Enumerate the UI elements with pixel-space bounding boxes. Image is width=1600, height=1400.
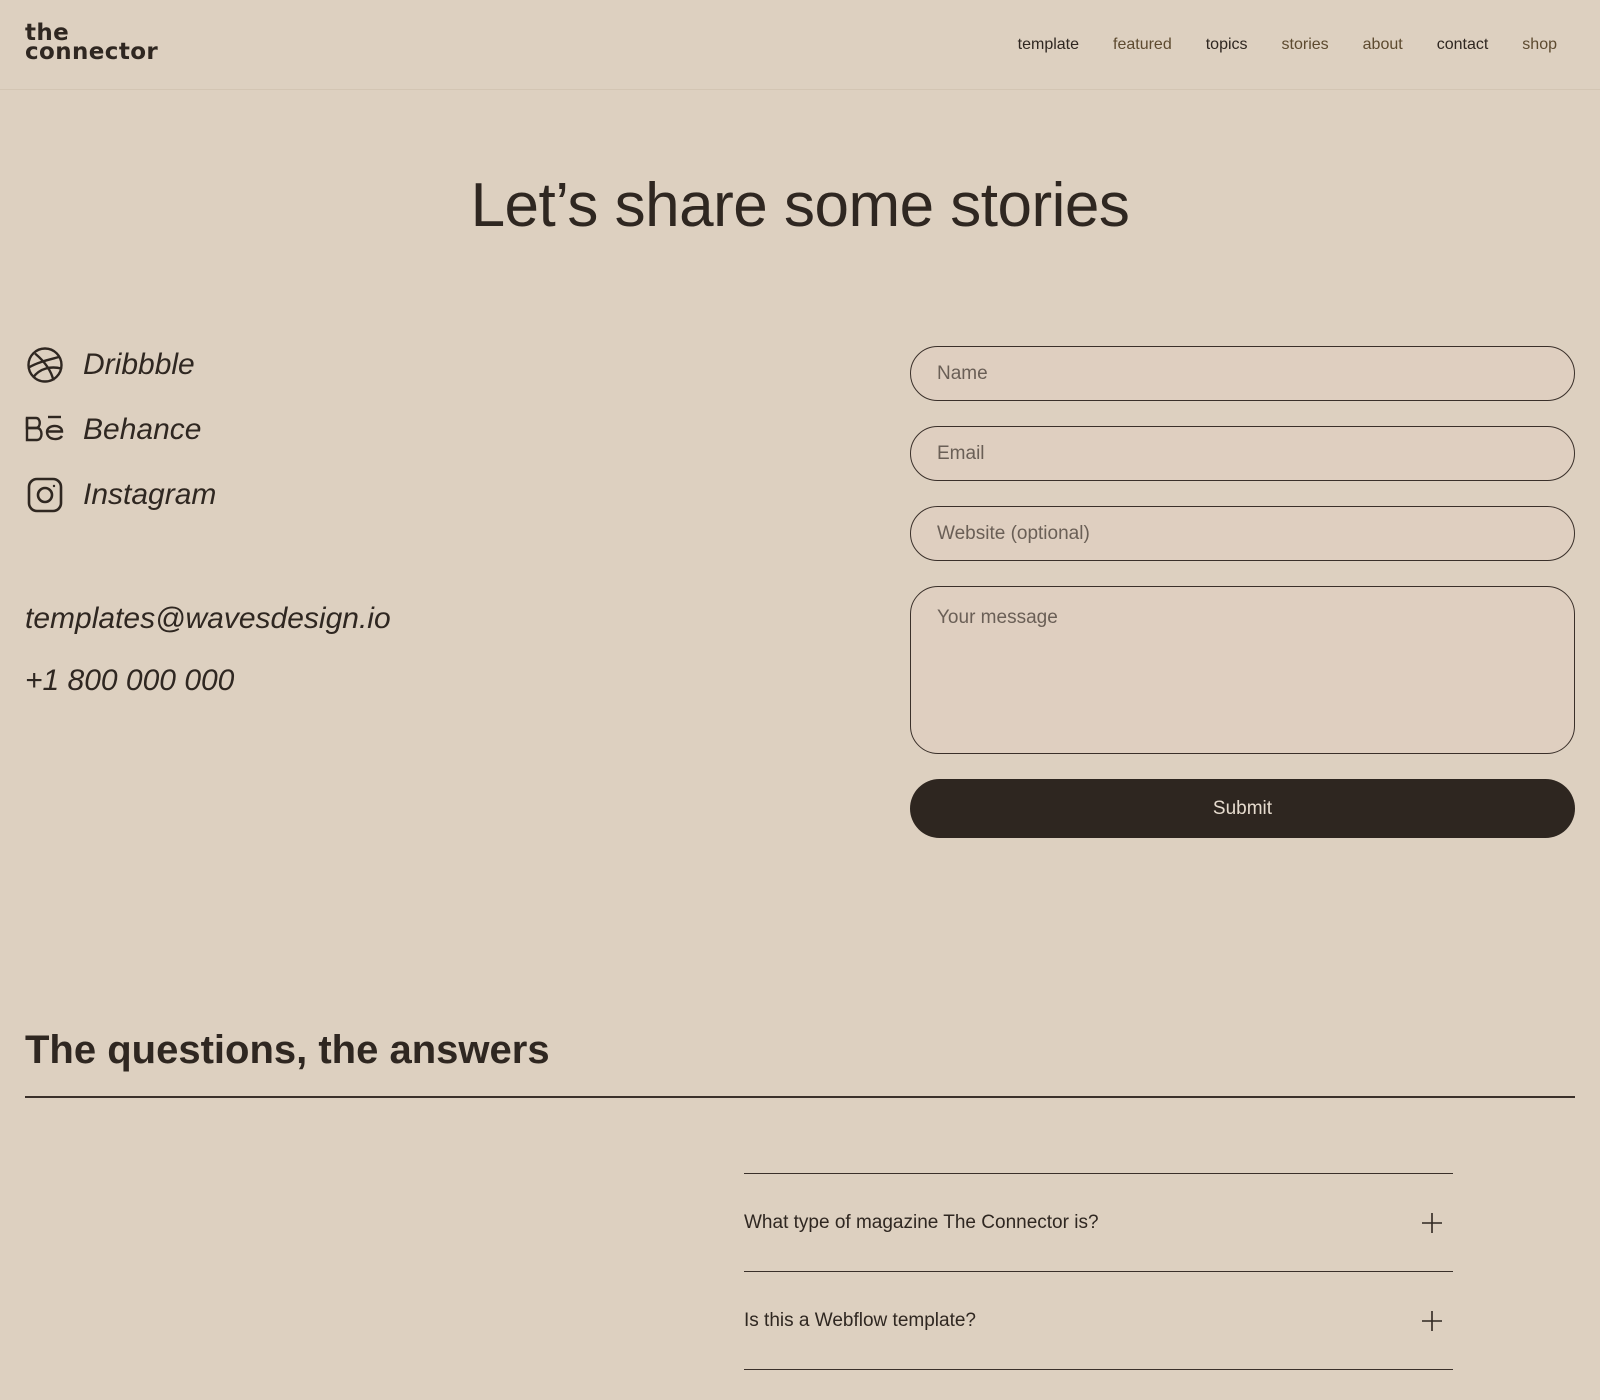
nav-stories[interactable]: stories (1282, 34, 1329, 56)
nav-about[interactable]: about (1363, 34, 1403, 56)
site-header: the connector template featured topics s… (0, 0, 1600, 90)
instagram-icon (25, 475, 65, 515)
faq-question: Is this a Webflow template? (744, 1309, 976, 1331)
nav-shop[interactable]: shop (1522, 34, 1557, 56)
contact-phone[interactable]: +1 800 000 000 (25, 662, 391, 700)
behance-icon (25, 410, 65, 450)
contact-info: templates@wavesdesign.io +1 800 000 000 (25, 600, 391, 724)
message-field[interactable]: Your message (910, 586, 1575, 754)
faq-question: What type of magazine The Connector is? (744, 1211, 1099, 1233)
email-field[interactable]: Email (910, 426, 1575, 481)
site-logo[interactable]: the connector (25, 22, 159, 65)
faq-item[interactable]: Is this a Webflow template? (744, 1272, 1453, 1370)
social-links: Dribbble Behance Instagram (25, 345, 216, 540)
nav-topics[interactable]: topics (1206, 34, 1248, 56)
nav-contact[interactable]: contact (1437, 34, 1489, 56)
plus-icon[interactable] (1421, 1212, 1443, 1234)
contact-form: Name Email Website (optional) Your messa… (910, 346, 1575, 838)
dribbble-icon (25, 345, 65, 385)
nav-featured[interactable]: featured (1113, 34, 1172, 56)
social-label-behance: Behance (83, 413, 202, 446)
faq-title: The questions, the answers (25, 1028, 550, 1072)
main-nav: template featured topics stories about c… (984, 34, 1557, 56)
social-link-instagram[interactable]: Instagram (25, 475, 216, 515)
website-field[interactable]: Website (optional) (910, 506, 1575, 561)
faq-list: What type of magazine The Connector is? … (744, 1173, 1453, 1370)
contact-page: the connector template featured topics s… (0, 0, 1600, 1400)
faq-divider (25, 1096, 1575, 1098)
page-title: Let’s share some stories (470, 171, 1130, 240)
social-link-behance[interactable]: Behance (25, 410, 216, 450)
social-label-instagram: Instagram (83, 478, 217, 511)
social-link-dribbble[interactable]: Dribbble (25, 345, 216, 385)
contact-email[interactable]: templates@wavesdesign.io (25, 600, 391, 638)
logo-line-2: connector (25, 39, 159, 65)
name-field[interactable]: Name (910, 346, 1575, 401)
faq-item[interactable]: What type of magazine The Connector is? (744, 1174, 1453, 1272)
submit-button[interactable]: Submit (910, 779, 1575, 838)
plus-icon[interactable] (1421, 1310, 1443, 1332)
social-label-dribbble: Dribbble (83, 348, 195, 381)
nav-template[interactable]: template (1018, 34, 1079, 56)
